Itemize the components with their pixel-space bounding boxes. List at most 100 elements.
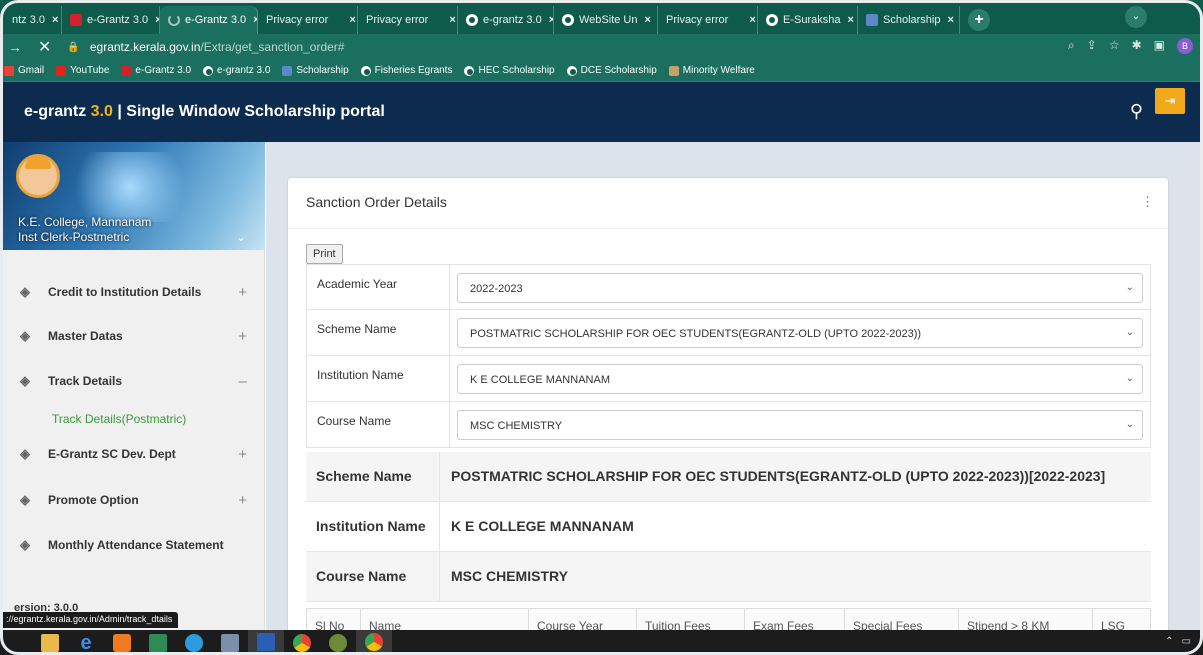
chrome-icon[interactable]	[284, 630, 320, 655]
expand-icon[interactable]: +	[238, 492, 247, 509]
close-icon[interactable]: ×	[847, 14, 853, 26]
zoom-icon[interactable]: ⌕	[1068, 38, 1075, 54]
tab-label: WebSite Un	[579, 14, 638, 26]
expand-icon[interactable]: +	[238, 446, 247, 463]
chevron-down-icon: ⌄	[1125, 327, 1134, 338]
close-icon[interactable]: ×	[749, 14, 755, 26]
browser-tab[interactable]: e-Grantz 3.0×	[62, 6, 160, 34]
search-icon[interactable]: ⚲	[1130, 101, 1143, 122]
lock-icon[interactable]: 🔒	[67, 42, 79, 53]
bookmark-dce[interactable]: DCE Scholarship	[566, 65, 657, 76]
browser-tab[interactable]: WebSite Un ×	[554, 6, 658, 34]
profile-avatar[interactable]: B	[1177, 38, 1193, 54]
brand-version: 3.0	[90, 103, 113, 120]
youtube-icon	[56, 65, 67, 76]
tray-expand-icon[interactable]: ⌃	[1165, 636, 1173, 647]
layers-icon: ◈	[20, 537, 30, 552]
bookmark-hec[interactable]: HEC Scholarship	[464, 65, 555, 76]
academic-year-select[interactable]: 2022-2023 ⌄	[457, 273, 1143, 303]
more-options-icon[interactable]: ⋮	[1141, 194, 1154, 210]
sidebar-item-promote-option[interactable]: ◈ Promote Option +	[0, 478, 265, 522]
filter-label: Institution Name	[317, 368, 404, 382]
institution-name-select[interactable]: K E COLLEGE MANNANAM ⌄	[457, 364, 1143, 394]
sidebar-subitem-track-details-postmatric[interactable]: Track Details(Postmatric)	[52, 412, 186, 426]
media-player-icon[interactable]	[104, 630, 140, 655]
print-button[interactable]: Print	[306, 244, 343, 264]
bookmark-scholarship[interactable]: Scholarship	[282, 65, 349, 76]
layers-icon: ◈	[20, 373, 30, 388]
info-value: MSC CHEMISTRY	[451, 568, 568, 584]
scheme-name-select[interactable]: POSTMATRIC SCHOLARSHIP FOR OEC STUDENTS(…	[457, 318, 1143, 348]
file-explorer-icon[interactable]	[32, 630, 68, 655]
url-field[interactable]: egrantz.kerala.gov.in/Extra/get_sanction…	[90, 40, 345, 54]
close-icon[interactable]: ×	[947, 14, 953, 26]
word-icon[interactable]	[248, 630, 284, 655]
egrantz-icon	[70, 14, 82, 26]
forward-icon[interactable]: →	[8, 39, 22, 55]
extensions-icon[interactable]: ✱	[1132, 38, 1142, 54]
browser-tab[interactable]: E-Suraksha ×	[758, 6, 858, 34]
bookmark-label: Minority Welfare	[682, 65, 755, 76]
info-label: Institution Name	[316, 518, 426, 534]
sidebar-item-monthly-attendance[interactable]: ◈ Monthly Attendance Statement	[0, 523, 265, 567]
edge-icon[interactable]	[176, 630, 212, 655]
sidebar-item-sc-dev-dept[interactable]: ◈ E-Grantz SC Dev. Dept +	[0, 432, 265, 476]
tab-label: ntz 3.0	[12, 14, 46, 26]
loading-icon	[168, 14, 180, 26]
portal-brand[interactable]: e-grantz 3.0 | Single Window Scholarship…	[24, 103, 385, 121]
browser-tab[interactable]: Privacy error ×	[658, 6, 758, 34]
bookmark-star-icon[interactable]: ☆	[1109, 38, 1120, 54]
internet-explorer-icon[interactable]: e	[68, 630, 104, 655]
sidebar-item-master-datas[interactable]: ◈ Master Datas +	[0, 314, 265, 358]
browser-tab[interactable]: e-grantz 3.0×	[458, 6, 554, 34]
network-icon[interactable]: ▭	[1182, 636, 1191, 647]
game-icon[interactable]	[320, 630, 356, 655]
course-name-select[interactable]: MSC CHEMISTRY ⌄	[457, 410, 1143, 440]
browser-tab[interactable]: Privacy error ×	[358, 6, 458, 34]
stop-icon[interactable]: ✕	[38, 37, 51, 57]
new-tab-button[interactable]: +	[968, 9, 990, 31]
side-panel-icon[interactable]: ▣	[1154, 38, 1165, 54]
chevron-down-icon[interactable]: ⌄	[236, 230, 246, 244]
bookmark-fisheries[interactable]: Fisheries Egrants	[360, 65, 452, 76]
sidebar: K.E. College, Mannanam Inst Clerk-Postme…	[0, 142, 265, 630]
filter-row-course-name: Course Name MSC CHEMISTRY ⌄	[306, 402, 1151, 448]
bookmark-egrantz-2[interactable]: e-grantz 3.0	[203, 65, 270, 76]
close-icon[interactable]: ×	[645, 14, 651, 26]
divider	[439, 502, 440, 552]
tab-label: Privacy error	[266, 14, 329, 26]
sidebar-item-label: E-Grantz SC Dev. Dept	[48, 447, 176, 461]
sidebar-item-credit-to-institution[interactable]: ◈ Credit to Institution Details +	[0, 270, 265, 314]
tab-search-icon[interactable]: ⌄	[1125, 6, 1147, 28]
logout-button[interactable]: ⇥	[1155, 88, 1185, 114]
url-host: egrantz.kerala.gov.in	[89, 40, 201, 54]
bookmark-label: e-grantz 3.0	[217, 65, 271, 76]
calculator-icon[interactable]	[212, 630, 248, 655]
chrome-profile-icon[interactable]	[356, 630, 392, 655]
browser-tab-active[interactable]: e-Grantz 3.0×	[160, 6, 258, 34]
expand-icon[interactable]: +	[238, 328, 247, 345]
bookmark-egrantz[interactable]: e-Grantz 3.0	[121, 65, 191, 76]
browser-tab[interactable]: Privacy error ×	[258, 6, 358, 34]
close-icon[interactable]: ×	[349, 14, 355, 26]
excel-icon[interactable]	[140, 630, 176, 655]
start-button[interactable]	[0, 630, 32, 655]
expand-icon[interactable]: +	[238, 284, 247, 301]
bookmark-minority[interactable]: Minority Welfare	[668, 65, 755, 76]
bookmark-gmail[interactable]: Gmail	[4, 65, 44, 76]
bookmark-youtube[interactable]: YouTube	[56, 65, 109, 76]
collapse-icon[interactable]: –	[239, 373, 247, 390]
close-icon[interactable]: ×	[449, 14, 455, 26]
sidebar-item-track-details[interactable]: ◈ Track Details –	[0, 359, 265, 403]
browser-tab[interactable]: ntz 3.0 ×	[4, 6, 62, 34]
filter-row-academic-year: Academic Year 2022-2023 ⌄	[306, 264, 1151, 311]
banner-glow	[60, 152, 200, 222]
globe-icon	[203, 65, 214, 76]
info-label: Scheme Name	[316, 468, 412, 484]
browser-tab[interactable]: Scholarship ×	[858, 6, 960, 34]
sidebar-item-label: Track Details	[48, 374, 123, 388]
tab-label: Privacy error	[666, 14, 729, 26]
share-icon[interactable]: ⇪	[1087, 38, 1097, 54]
close-icon[interactable]: ×	[52, 14, 58, 26]
profile-card[interactable]: K.E. College, Mannanam Inst Clerk-Postme…	[0, 142, 265, 250]
